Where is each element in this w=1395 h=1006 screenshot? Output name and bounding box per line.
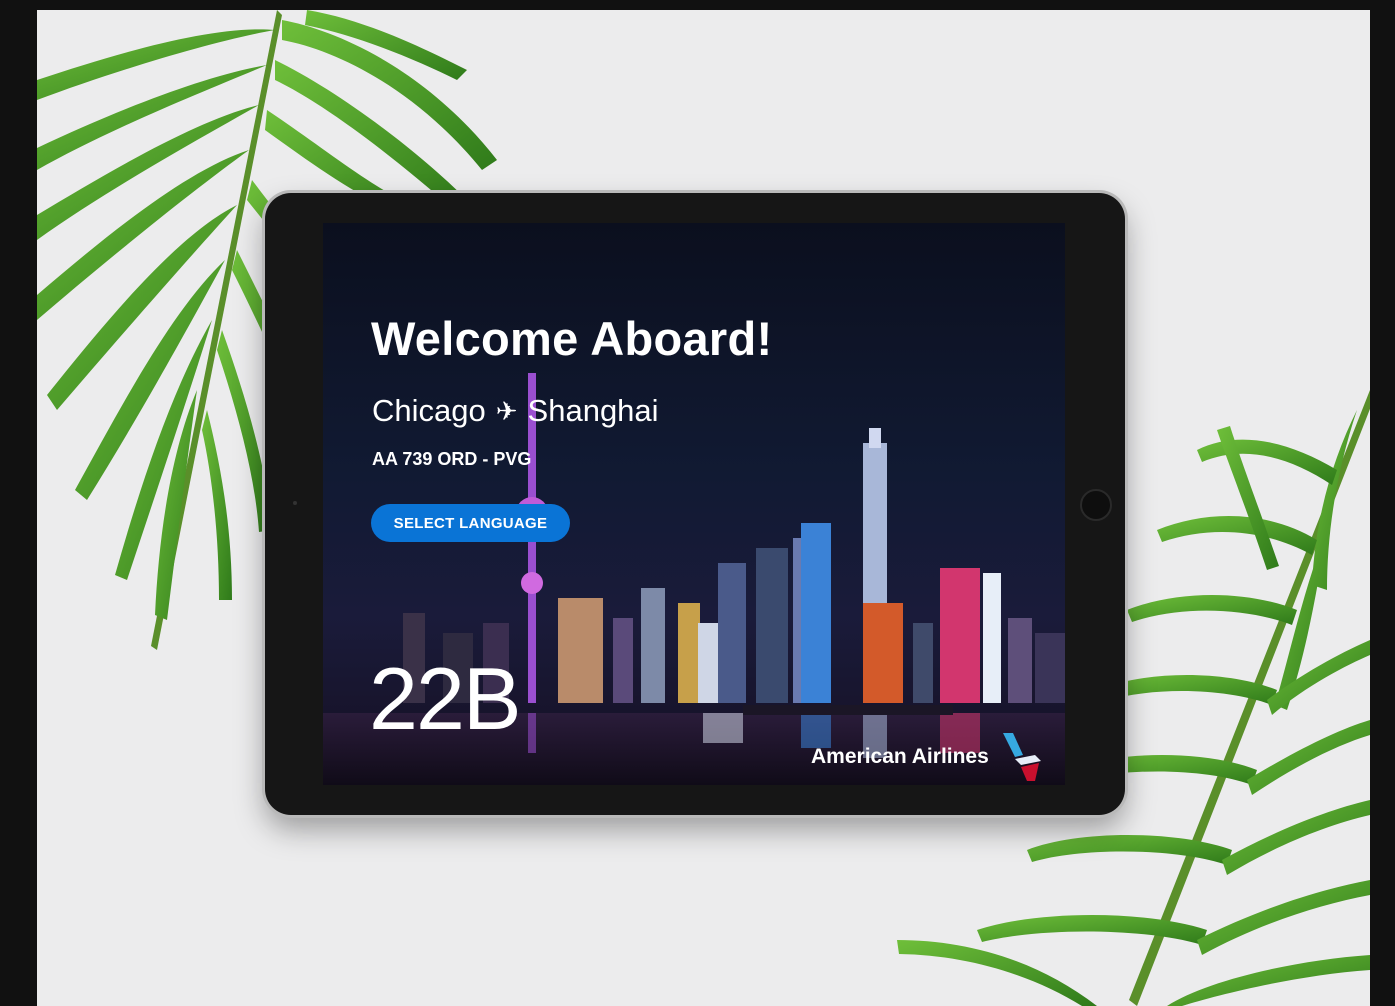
origin-city: Chicago [372,393,486,428]
tablet-device: Welcome Aboard! Chicago ✈ Shanghai AA 73… [265,193,1125,815]
american-airlines-flight-symbol-icon [1002,733,1041,781]
photo-scene: Welcome Aboard! Chicago ✈ Shanghai AA 73… [37,10,1370,1006]
tablet-home-button[interactable] [1080,489,1112,521]
airplane-icon: ✈ [495,395,518,426]
welcome-screen: Welcome Aboard! Chicago ✈ Shanghai AA 73… [323,223,1065,785]
airline-brand: American Airlines [811,733,1041,781]
airline-name: American Airlines [811,745,989,768]
welcome-title: Welcome Aboard! [371,312,773,365]
destination-city: Shanghai [527,393,659,428]
flight-route: Chicago ✈ Shanghai [372,393,659,429]
seat-number: 22B [369,649,522,748]
tablet-camera [293,501,297,505]
flight-number: AA 739 ORD - PVG [372,449,532,469]
select-language-button[interactable]: SELECT LANGUAGE [371,504,570,542]
